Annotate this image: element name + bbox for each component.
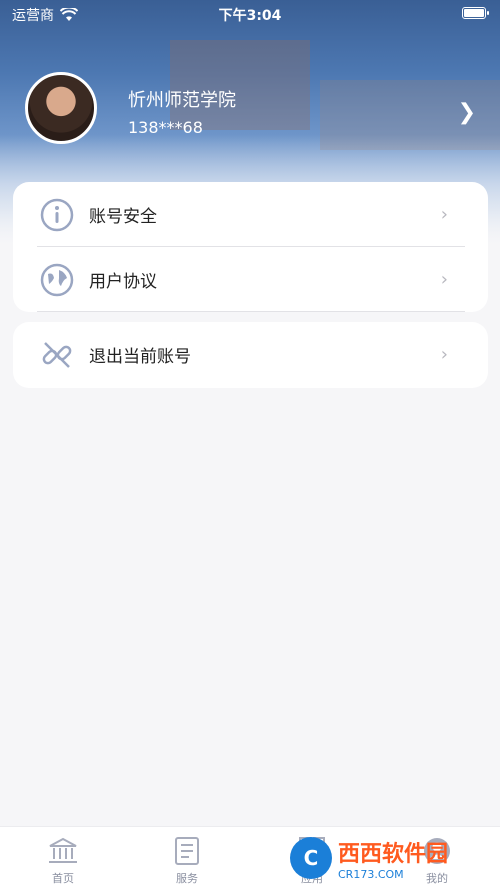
watermark-logo: C	[290, 837, 332, 879]
status-bar: 运营商 下午3:04	[0, 0, 500, 28]
status-time: 下午3:04	[218, 8, 282, 24]
tab-label: 服务	[176, 872, 198, 885]
chevron-right-icon: ›	[440, 204, 448, 225]
bank-icon	[49, 837, 77, 863]
divider	[37, 311, 465, 312]
info-icon	[40, 198, 74, 231]
chevron-right-icon[interactable]: ❯	[458, 100, 476, 125]
profile-name: 忻州师范学院	[128, 90, 236, 111]
chevron-right-icon: ›	[440, 344, 448, 365]
battery-icon	[462, 7, 489, 19]
document-list-icon	[175, 837, 199, 865]
unlink-icon	[42, 341, 72, 368]
logout-card: 退出当前账号 ›	[13, 322, 488, 388]
watermark-text: 西西软件园 CR173.COM	[338, 836, 448, 881]
watermark: C 西西软件园 CR173.COM	[290, 832, 490, 884]
chevron-right-icon: ›	[440, 269, 448, 290]
menu-item-logout[interactable]: 退出当前账号 ›	[13, 322, 488, 387]
globe-icon	[40, 263, 74, 296]
menu-item-label: 账号安全	[89, 207, 157, 227]
tab-label: 首页	[52, 872, 74, 885]
watermark-main: 西西软件园	[338, 841, 449, 867]
profile-header[interactable]: 忻州师范学院 138***68 ❯	[0, 70, 500, 150]
menu-item-label: 用户协议	[89, 272, 157, 292]
tab-home[interactable]: 首页	[33, 835, 93, 886]
menu-item-account-security[interactable]: 账号安全 ›	[13, 182, 488, 247]
tab-services[interactable]: 服务	[157, 835, 217, 886]
settings-card: 账号安全 › 用户协议 ›	[13, 182, 488, 312]
menu-item-user-agreement[interactable]: 用户协议 ›	[13, 247, 488, 312]
watermark-sub: CR173.COM	[338, 867, 404, 881]
profile-phone: 138***68	[128, 118, 203, 137]
avatar[interactable]	[25, 72, 97, 144]
menu-item-label: 退出当前账号	[89, 347, 191, 367]
